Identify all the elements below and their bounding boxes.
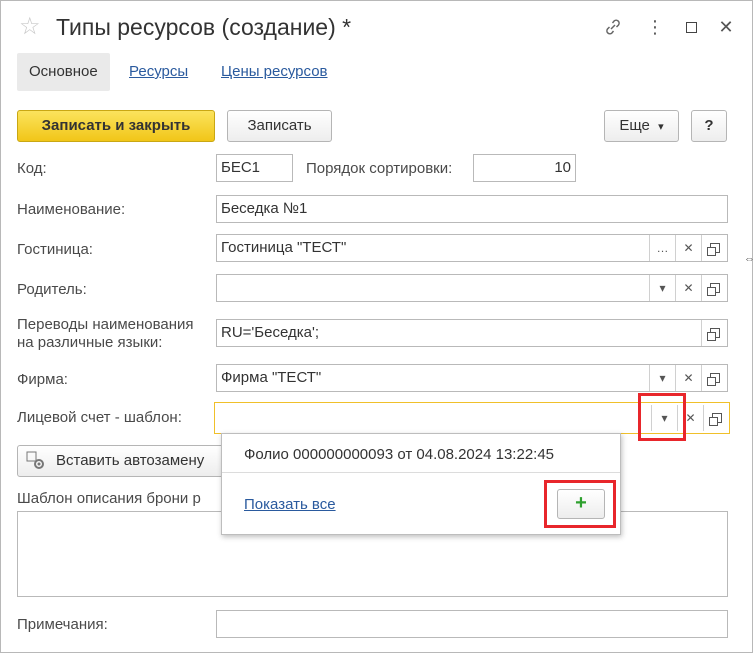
show-all-link[interactable]: Показать все — [244, 496, 336, 513]
tab-resources[interactable]: Ресурсы — [117, 53, 200, 91]
sort-order-label: Порядок сортировки: — [306, 160, 453, 177]
chevron-down-icon[interactable]: ▾ — [649, 275, 675, 301]
highlight-box-dropdown — [638, 393, 686, 441]
dropdown-divider — [222, 472, 620, 473]
save-button[interactable]: Записать — [227, 110, 332, 142]
favorite-star-icon[interactable]: ☆ — [19, 13, 41, 41]
insert-autoreplace-label: Вставить автозамену — [56, 452, 205, 469]
insert-autoreplace-button[interactable]: Вставить автозамену — [17, 445, 237, 477]
translations-label-line1: Переводы наименования — [17, 316, 194, 333]
account-template-label: Лицевой счет - шаблон: — [17, 409, 182, 426]
select-ellipsis-button[interactable]: … — [649, 235, 675, 261]
hotel-value: Гостиница "ТЕСТ" — [221, 239, 347, 256]
notes-label: Примечания: — [17, 616, 108, 633]
tab-main[interactable]: Основное — [17, 53, 110, 91]
link-icon[interactable] — [601, 15, 625, 39]
autoreplace-gear-icon — [26, 451, 46, 471]
close-icon[interactable]: ✕ — [714, 15, 738, 39]
open-icon[interactable] — [701, 365, 727, 391]
more-button[interactable]: Еще ▾ — [604, 110, 679, 142]
hotel-input[interactable]: Гостиница "ТЕСТ" … ✕ — [216, 234, 728, 262]
tab-resource-prices[interactable]: Цены ресурсов — [209, 53, 340, 91]
form-window: ☆ Типы ресурсов (создание) * ⋮ ✕ Основно… — [0, 0, 753, 653]
name-label: Наименование: — [17, 201, 126, 218]
open-icon[interactable] — [701, 320, 727, 346]
chevron-down-icon[interactable]: ▾ — [649, 365, 675, 391]
window-title: Типы ресурсов (создание) * — [56, 14, 352, 40]
translations-label-line2: на различные языки: — [17, 334, 163, 351]
maximize-icon[interactable] — [679, 15, 703, 39]
name-input[interactable]: Беседка №1 — [216, 195, 728, 223]
translations-input[interactable]: RU='Беседка'; — [216, 319, 728, 347]
more-actions-icon[interactable]: ⋮ — [643, 15, 667, 39]
open-icon[interactable] — [701, 235, 727, 261]
notes-input[interactable] — [216, 610, 728, 638]
open-icon[interactable] — [701, 275, 727, 301]
dropdown-item-folio[interactable]: Фолио 000000000093 от 04.08.2024 13:22:4… — [244, 446, 554, 463]
firm-label: Фирма: — [17, 371, 68, 388]
firm-input[interactable]: Фирма "ТЕСТ" ▾ ✕ — [216, 364, 728, 392]
code-label: Код: — [17, 160, 47, 177]
chevron-down-icon: ▾ — [658, 121, 664, 133]
open-icon[interactable] — [703, 405, 729, 431]
more-button-label: Еще — [619, 117, 650, 134]
clear-icon[interactable]: ✕ — [675, 235, 701, 261]
clear-icon[interactable]: ✕ — [675, 365, 701, 391]
code-input[interactable]: БЕС1 — [216, 154, 293, 182]
parent-label: Родитель: — [17, 281, 87, 298]
clear-icon[interactable]: ✕ — [675, 275, 701, 301]
booking-template-label: Шаблон описания брони р — [17, 490, 201, 507]
parent-input[interactable]: ▾ ✕ — [216, 274, 728, 302]
highlight-box-add — [544, 480, 616, 528]
firm-value: Фирма "ТЕСТ" — [221, 369, 322, 386]
save-and-close-button[interactable]: Записать и закрыть — [17, 110, 215, 142]
help-button[interactable]: ? — [691, 110, 727, 142]
hotel-label: Гостиница: — [17, 241, 93, 258]
sort-order-input[interactable]: 10 — [473, 154, 576, 182]
translations-value: RU='Беседка'; — [221, 324, 320, 341]
resize-arrows-icon: ⇔ — [744, 253, 753, 265]
